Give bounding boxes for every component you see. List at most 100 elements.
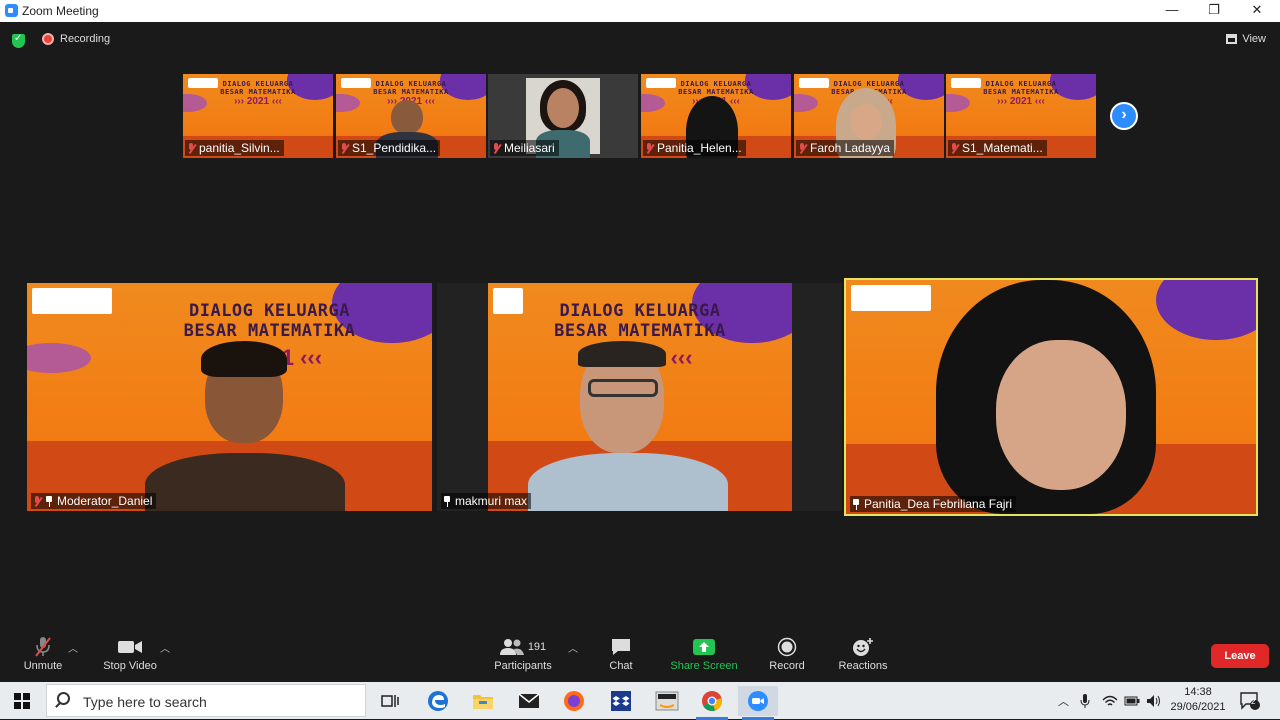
participant-name: Panitia_Helen...: [657, 141, 742, 155]
banner-line1: DIALOG KELUARGA: [833, 80, 905, 88]
participant-body: [145, 453, 345, 511]
taskbar-clock[interactable]: 14:38 29/06/2021: [1168, 685, 1228, 715]
banner-line2: BESAR MATEMATIKA: [183, 321, 356, 341]
chat-label: Chat: [609, 660, 633, 672]
active-speaker-tile[interactable]: Panitia_Dea Febriliana Fajri: [844, 278, 1258, 516]
microphone-tray-icon[interactable]: [1080, 682, 1090, 719]
muted-mic-icon: [340, 142, 348, 154]
task-view-icon[interactable]: [370, 686, 410, 716]
muted-mic-icon: [492, 142, 500, 154]
participant-name: S1_Matemati...: [962, 141, 1043, 155]
windows-start-icon[interactable]: [14, 693, 30, 709]
participants-button[interactable]: 191 Participants: [490, 634, 556, 672]
muted-mic-icon: [950, 142, 958, 154]
pin-icon: [443, 495, 451, 507]
banner-year: ››› 2021 ‹‹‹: [997, 96, 1045, 107]
smiley-plus-icon: [834, 634, 892, 660]
file-explorer-icon[interactable]: [463, 686, 503, 716]
participants-icon: 191: [490, 634, 556, 660]
gallery-tile[interactable]: Meiliasari: [488, 74, 638, 158]
taskbar-search-input[interactable]: Type here to search: [46, 684, 366, 717]
close-button[interactable]: ✕: [1235, 0, 1279, 22]
speaker-tile[interactable]: DIALOG KELUARGA BESAR MATEMATIKA ››› 202…: [437, 283, 842, 511]
next-page-arrow-icon[interactable]: ›: [1110, 102, 1138, 130]
video-options-caret-icon[interactable]: ︿: [160, 640, 170, 655]
zoom-app-icon: [5, 4, 18, 17]
meeting-area: Recording View DIALOG KELUARGA BESAR MAT…: [0, 22, 1280, 632]
reactions-label: Reactions: [838, 660, 888, 672]
muted-mic-icon: [645, 142, 653, 154]
banner-year: ››› 2021 ‹‹‹: [234, 96, 282, 107]
meeting-toolbar: Unmute ︿ Stop Video ︿ 191 Participants ︿…: [0, 632, 1280, 682]
show-hidden-icons-caret-icon[interactable]: ︿: [1058, 682, 1069, 719]
windows-taskbar: Type here to search ︿ 14:38 29/06/2021 2: [0, 682, 1280, 720]
banner-line2: BESAR MATEMATIKA: [678, 88, 754, 96]
gallery-tile[interactable]: DIALOG KELUARGA BESAR MATEMATIKA ››› 202…: [183, 74, 333, 158]
firefox-icon[interactable]: [554, 686, 594, 716]
wifi-icon[interactable]: [1102, 682, 1118, 719]
restore-button[interactable]: ❐: [1192, 0, 1236, 22]
participant-hair: [201, 341, 287, 377]
audio-options-caret-icon[interactable]: ︿: [68, 640, 78, 655]
glasses-icon: [588, 379, 658, 397]
participant-face: [850, 104, 882, 140]
gallery-tile[interactable]: DIALOG KELUARGA BESAR MATEMATIKA ››› 202…: [336, 74, 486, 158]
view-grid-icon: [1226, 34, 1238, 44]
pin-icon: [45, 495, 53, 507]
encryption-shield-icon[interactable]: [12, 33, 25, 48]
share-screen-button[interactable]: Share Screen: [668, 634, 740, 672]
banner-line2: BESAR MATEMATIKA: [983, 88, 1059, 96]
window-titlebar: Zoom Meeting — ❐ ✕: [0, 0, 1280, 22]
recording-indicator[interactable]: Recording: [42, 33, 110, 45]
participants-options-caret-icon[interactable]: ︿: [568, 640, 578, 655]
participant-name: Moderator_Daniel: [57, 494, 153, 508]
notifications-icon[interactable]: 2: [1240, 682, 1260, 719]
battery-icon[interactable]: [1124, 682, 1140, 719]
participant-name-label: S1_Pendidika...: [338, 140, 441, 156]
view-label: View: [1242, 33, 1266, 45]
mail-icon[interactable]: [509, 686, 549, 716]
participant-name: Panitia_Dea Febriliana Fajri: [864, 497, 1013, 511]
participant-name: Faroh Ladayya: [810, 141, 891, 155]
participant-name-label: Panitia_Dea Febriliana Fajri: [850, 496, 1017, 512]
unmute-label: Unmute: [23, 660, 63, 672]
zoom-taskbar-icon[interactable]: [738, 686, 778, 720]
volume-icon[interactable]: [1146, 682, 1162, 719]
participant-name-label: Meiliasari: [490, 140, 559, 156]
chrome-icon[interactable]: [692, 686, 732, 720]
participant-name-label: S1_Matemati...: [948, 140, 1047, 156]
participant-name: S1_Pendidika...: [352, 141, 437, 155]
clock-date: 29/06/2021: [1170, 701, 1226, 713]
muted-mic-icon: [187, 142, 195, 154]
muted-mic-icon: [798, 142, 806, 154]
speaker-tile[interactable]: DIALOG KELUARGA BESAR MATEMATIKA ››› 202…: [27, 283, 432, 511]
participant-body: [528, 453, 728, 511]
logos-icon: [851, 285, 931, 311]
edge-browser-icon[interactable]: [418, 686, 458, 716]
unmute-button[interactable]: Unmute: [18, 634, 68, 672]
view-button[interactable]: View: [1226, 33, 1266, 45]
participants-count: 191: [527, 641, 547, 653]
gallery-tile[interactable]: DIALOG KELUARGA BESAR MATEMATIKA ››› 202…: [794, 74, 944, 158]
record-label: Record: [769, 660, 805, 672]
gallery-tile[interactable]: DIALOG KELUARGA BESAR MATEMATIKA ››› 202…: [641, 74, 791, 158]
search-icon: [57, 692, 70, 705]
participant-name-label: Moderator_Daniel: [31, 493, 157, 509]
window-title: Zoom Meeting: [22, 4, 99, 18]
banner-line2: BESAR MATEMATIKA: [554, 321, 726, 341]
leave-button[interactable]: Leave: [1211, 644, 1269, 668]
gallery-tile[interactable]: DIALOG KELUARGA BESAR MATEMATIKA ››› 202…: [946, 74, 1096, 158]
dropbox-icon[interactable]: [601, 686, 641, 716]
share-screen-icon: [668, 634, 740, 660]
muted-microphone-icon: [18, 634, 68, 660]
stop-video-button[interactable]: Stop Video: [98, 634, 162, 672]
minimize-button[interactable]: —: [1150, 0, 1194, 22]
reactions-button[interactable]: Reactions: [834, 634, 892, 672]
record-button[interactable]: Record: [764, 634, 810, 672]
banner-line1: DIALOG KELUARGA: [188, 301, 351, 321]
amazon-shortcut-icon[interactable]: [647, 686, 687, 716]
participant-hair: [578, 341, 666, 367]
banner-line2: BESAR MATEMATIKA: [373, 88, 449, 96]
pin-icon: [852, 498, 860, 510]
chat-button[interactable]: Chat: [600, 634, 642, 672]
